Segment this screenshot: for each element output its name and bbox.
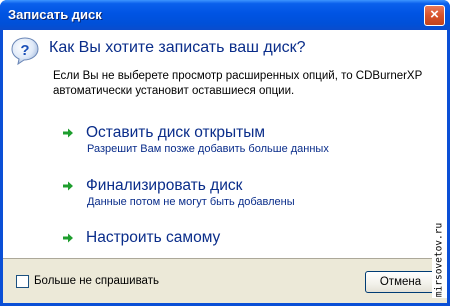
question-icon: ? [11, 37, 39, 66]
option-title[interactable]: Оставить диск открытым [86, 124, 265, 142]
title-bar[interactable]: Записать диск × [0, 0, 450, 30]
option-subtitle: Данные потом не могут быть добавлены [87, 196, 295, 208]
svg-text:?: ? [20, 42, 29, 59]
watermark-text: mirsovetov.ru [433, 222, 445, 298]
option-title[interactable]: Настроить самому [86, 229, 220, 247]
dialog-heading: Как Вы хотите записать ваш диск? [49, 39, 306, 56]
green-arrow-icon [63, 128, 73, 138]
green-arrow-icon [63, 181, 73, 191]
close-button[interactable]: × [424, 5, 445, 26]
green-arrow-icon [63, 233, 73, 243]
dialog-description: Если Вы не выберете просмотр расширенных… [53, 70, 423, 97]
close-icon: × [430, 6, 439, 23]
dont-ask-label[interactable]: Больше не спрашивать [34, 275, 159, 287]
dont-ask-checkbox[interactable] [16, 275, 29, 288]
option-subtitle: Разрешит Вам позже добавить больше данны… [87, 143, 329, 155]
cancel-button[interactable]: Отмена [365, 271, 436, 293]
window-title: Записать диск [8, 7, 102, 22]
option-title[interactable]: Финализировать диск [86, 177, 242, 195]
watermark: mirsovetov.ru [432, 222, 447, 298]
